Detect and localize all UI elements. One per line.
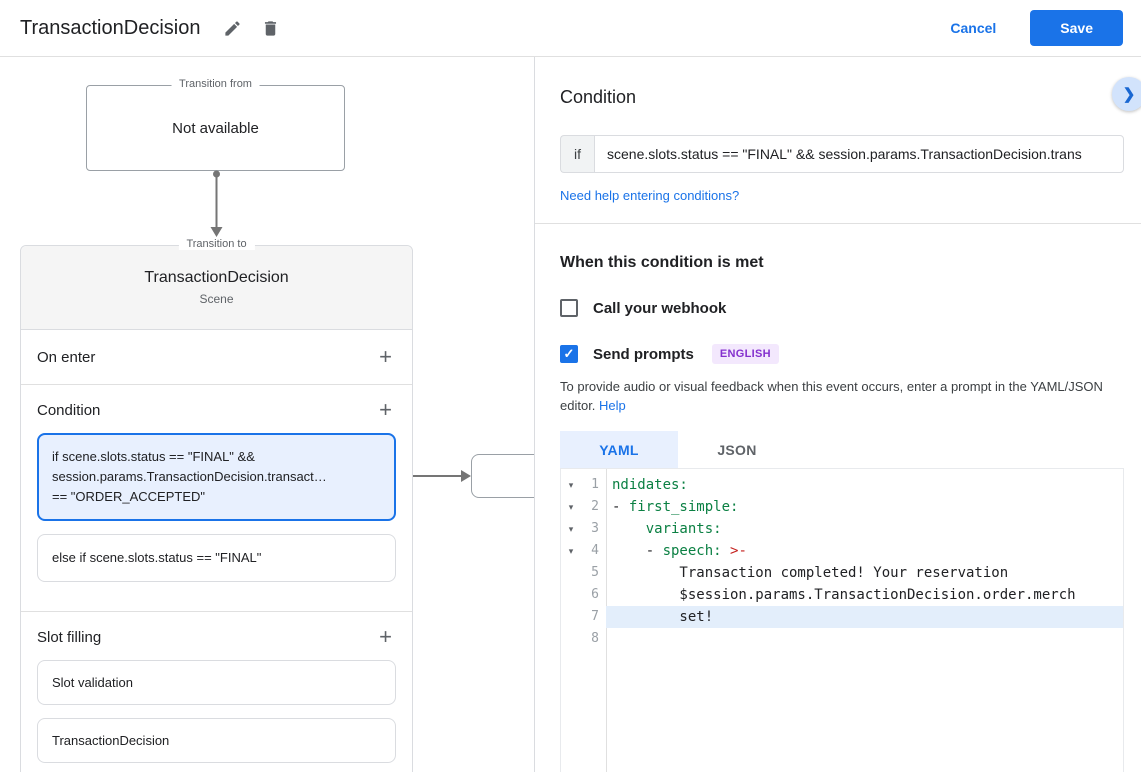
code-text: - speech: >-	[612, 543, 747, 559]
condition-detail-panel: ❯ Condition if Need help entering condit…	[535, 57, 1141, 772]
condition-expression-row: if	[560, 135, 1124, 173]
webhook-row: Call your webhook	[560, 299, 1124, 317]
slot-filling-card[interactable]: Slot validation	[37, 660, 396, 705]
code-text: Transaction completed! Your reservation	[612, 565, 1009, 581]
add-on-enter-button[interactable]: +	[375, 346, 396, 368]
send-prompts-row: ✓ Send prompts ENGLISH	[560, 344, 1124, 364]
condition-section: Condition + if scene.slots.status == "FI…	[21, 385, 412, 611]
prompts-description: To provide audio or visual feedback when…	[560, 379, 1103, 413]
code-text: $session.params.TransactionDecision.orde…	[612, 587, 1076, 603]
slot-filling-list: Slot validation TransactionDecision	[37, 660, 396, 763]
condition-card-selected[interactable]: if scene.slots.status == "FINAL" && sessi…	[37, 433, 396, 521]
scene-graph-canvas: Transition from Not available Transition…	[0, 57, 535, 772]
on-enter-section: On enter +	[21, 330, 412, 384]
condition-expression-input[interactable]	[594, 135, 1124, 173]
trash-icon	[264, 20, 276, 36]
tab-json[interactable]: JSON	[678, 431, 796, 468]
on-enter-label: On enter	[37, 348, 96, 366]
fold-arrow-icon[interactable]: ▾	[561, 496, 581, 518]
when-met-title: When this condition is met	[560, 254, 764, 271]
condition-card-text: == "ORDER_ACCEPTED"	[52, 489, 205, 504]
editor-line[interactable]: ▾ 2 - first_simple:	[561, 496, 1123, 518]
editor-line[interactable]: 5 Transaction completed! Your reservatio…	[561, 562, 1123, 584]
main-content: Transition from Not available Transition…	[0, 57, 1141, 772]
scene-card-header[interactable]: TransactionDecision Scene	[21, 246, 412, 330]
fold-arrow-icon[interactable]: ▾	[561, 540, 581, 562]
condition-card-text: session.params.TransactionDecision.trans…	[52, 469, 327, 484]
call-webhook-label: Call your webhook	[593, 299, 727, 317]
condition-card-text: if scene.slots.status == "FINAL" &&	[52, 449, 255, 464]
editor-tabs: YAML JSON	[560, 431, 1124, 468]
page-title: TransactionDecision	[20, 16, 201, 39]
delete-scene-button[interactable]	[254, 12, 286, 44]
language-badge: ENGLISH	[711, 344, 779, 364]
condition-help-link[interactable]: Need help entering conditions?	[560, 188, 739, 203]
editor-line[interactable]: ▾ 4 - speech: >-	[561, 540, 1123, 562]
slot-filling-card[interactable]: TransactionDecision	[37, 718, 396, 763]
transition-to-card: Transition to TransactionDecision Scene …	[20, 238, 413, 772]
arrow-right-head	[461, 470, 471, 482]
call-webhook-checkbox[interactable]	[560, 299, 578, 317]
code-text: set!	[606, 606, 1123, 628]
line-number: 7	[591, 609, 599, 624]
code-text: variants:	[645, 521, 722, 537]
panel-title: Condition	[560, 87, 637, 107]
condition-card[interactable]: else if scene.slots.status == "FINAL"	[37, 534, 396, 582]
line-number: 3	[591, 521, 599, 536]
transition-to-label: Transition to	[178, 238, 255, 250]
slot-filling-section: Slot filling + Slot validation Transactio…	[21, 612, 412, 772]
yaml-editor-lines: ▾ 1 ndidates: ▾ 2 - first_simple: ▾ 3 variants:…	[561, 474, 1123, 650]
next-scene-stub[interactable]	[471, 454, 534, 498]
line-number: 2	[591, 499, 599, 514]
yaml-editor[interactable]: ▾ 1 ndidates: ▾ 2 - first_simple: ▾ 3 variants:…	[560, 468, 1124, 772]
arrow-down-head	[210, 227, 223, 237]
transition-from-label: Transition from	[171, 78, 260, 90]
add-condition-button[interactable]: +	[375, 399, 396, 421]
check-icon: ✓	[563, 346, 575, 361]
editor-line[interactable]: ▾ 3 variants:	[561, 518, 1123, 540]
pencil-icon	[225, 20, 240, 36]
editor-line[interactable]: 7 set!	[561, 606, 1123, 628]
save-button[interactable]: Save	[1030, 10, 1123, 46]
line-number: 6	[591, 587, 599, 602]
line-number: 4	[591, 543, 599, 558]
top-bar: TransactionDecision Cancel Save	[0, 0, 1141, 57]
arrow-start-dot	[213, 170, 220, 178]
line-number: 5	[591, 565, 599, 580]
condition-section-label: Condition	[37, 401, 101, 419]
code-text: ndidates:	[612, 477, 688, 493]
tab-yaml[interactable]: YAML	[560, 431, 678, 468]
send-prompts-checkbox[interactable]: ✓	[560, 345, 578, 363]
editor-line[interactable]: ▾ 1 ndidates:	[561, 474, 1123, 496]
panel-divider	[535, 223, 1141, 224]
transition-from-value: Not available	[172, 119, 259, 137]
add-slot-button[interactable]: +	[375, 626, 396, 648]
fold-arrow-icon[interactable]: ▾	[561, 474, 581, 496]
slot-filling-label: Slot filling	[37, 628, 102, 646]
editor-line[interactable]: 8	[561, 628, 1123, 650]
send-prompts-label: Send prompts	[593, 345, 694, 363]
condition-card-list: if scene.slots.status == "FINAL" && sessi…	[37, 433, 396, 582]
fold-arrow-icon[interactable]: ▾	[561, 518, 581, 540]
code-text: - first_simple:	[612, 499, 739, 515]
if-label: if	[560, 135, 594, 173]
scene-name: TransactionDecision	[144, 269, 289, 286]
transition-from-box: Transition from Not available	[86, 78, 345, 171]
chevron-right-icon: ❯	[1122, 85, 1136, 103]
cancel-button[interactable]: Cancel	[936, 12, 1010, 44]
editor-line[interactable]: 6 $session.params.TransactionDecision.or…	[561, 584, 1123, 606]
collapse-panel-button[interactable]: ❯	[1112, 77, 1141, 111]
scene-type: Scene	[199, 292, 234, 306]
condition-card-text: else if scene.slots.status == "FINAL"	[52, 550, 262, 565]
line-number: 1	[591, 477, 599, 492]
help-link[interactable]: Help	[599, 398, 626, 413]
edit-title-button[interactable]	[216, 12, 248, 44]
line-number: 8	[591, 631, 599, 646]
